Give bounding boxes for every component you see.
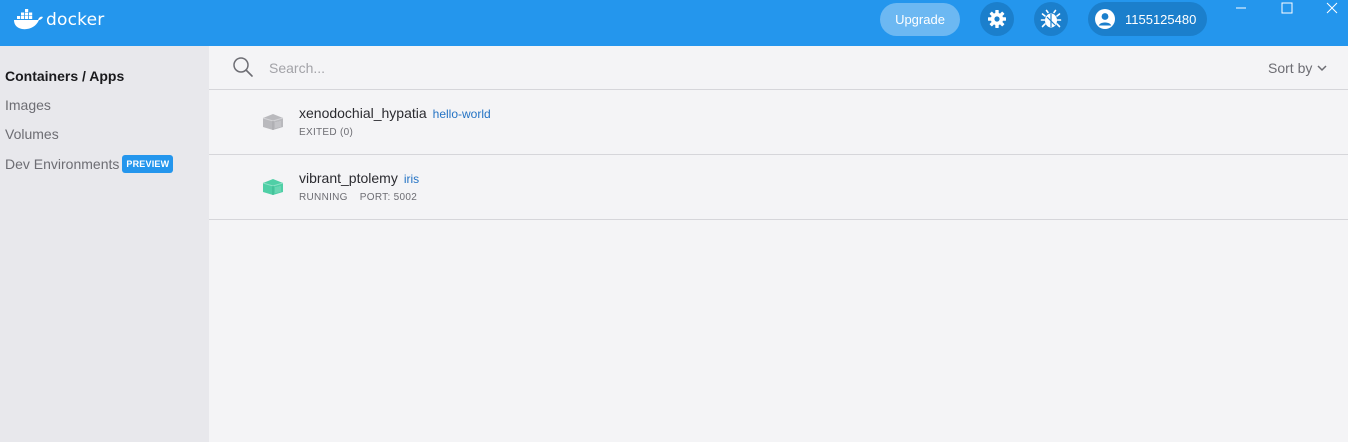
account-name: 1155125480 — [1125, 11, 1197, 27]
port-text: PORT: 5002 — [359, 192, 418, 203]
whale-icon — [14, 9, 43, 30]
main-content: Sort by xenodochial_hypatiahello-world E… — [209, 46, 1348, 442]
minimize-button[interactable] — [1226, 0, 1256, 16]
container-name[interactable]: vibrant_ptolemy iris — [299, 170, 419, 186]
container-running-icon — [262, 179, 284, 195]
user-circle-icon — [1095, 9, 1115, 29]
close-button[interactable] — [1317, 0, 1347, 16]
account-button[interactable]: 1155125480 — [1088, 2, 1207, 36]
title-bar: docker Upgrade 1155125480 — [0, 0, 1348, 46]
upgrade-button[interactable]: Upgrade — [880, 3, 960, 36]
sidebar-item-containers-apps[interactable]: Containers / Apps — [5, 68, 124, 84]
troubleshoot-button[interactable] — [1034, 2, 1068, 36]
container-image-link[interactable]: hello-world — [433, 107, 491, 121]
container-row[interactable]: vibrant_ptolemy iris RUNNING PORT: 5002 — [209, 155, 1348, 220]
sidebar-item-volumes[interactable]: Volumes — [5, 126, 59, 142]
sidebar-item-label: Containers / Apps — [5, 68, 125, 84]
search-bar: Sort by — [209, 46, 1348, 90]
sidebar-item-label: Volumes — [5, 126, 59, 142]
container-stopped-icon — [262, 114, 284, 130]
settings-button[interactable] — [980, 2, 1014, 36]
bug-icon — [1040, 9, 1062, 28]
sidebar: Containers / Apps Images Volumes Dev Env… — [0, 46, 209, 442]
chevron-down-icon — [1317, 65, 1327, 72]
container-status: EXITED (0) — [299, 127, 353, 138]
status-text: RUNNING — [299, 192, 348, 203]
minimize-icon — [1236, 7, 1246, 9]
status-text: EXITED (0) — [299, 127, 354, 138]
maximize-button[interactable] — [1272, 0, 1302, 16]
logo-text: docker — [46, 10, 105, 30]
sidebar-item-images[interactable]: Images — [5, 97, 51, 113]
docker-logo: docker — [12, 7, 104, 33]
container-row[interactable]: xenodochial_hypatia hello-world EXITED (0… — [209, 90, 1348, 155]
gear-icon — [988, 10, 1006, 28]
container-image-link[interactable]: iris — [404, 172, 419, 186]
sidebar-item-dev-environments[interactable]: Dev Environments PREVIEW — [5, 155, 174, 173]
sort-by-dropdown[interactable]: Sort by — [1268, 60, 1328, 76]
container-name[interactable]: xenodochial_hypatia hello-world — [299, 105, 491, 121]
close-icon — [1326, 2, 1338, 14]
container-status: RUNNING PORT: 5002 — [299, 192, 417, 203]
sort-by-label: Sort by — [1268, 60, 1313, 76]
search-icon — [233, 57, 253, 77]
maximize-icon — [1281, 2, 1293, 14]
preview-badge: PREVIEW — [122, 155, 174, 173]
sidebar-item-label: Images — [5, 97, 51, 113]
search-input[interactable] — [267, 56, 967, 80]
sidebar-item-label: Dev Environments — [5, 156, 120, 172]
